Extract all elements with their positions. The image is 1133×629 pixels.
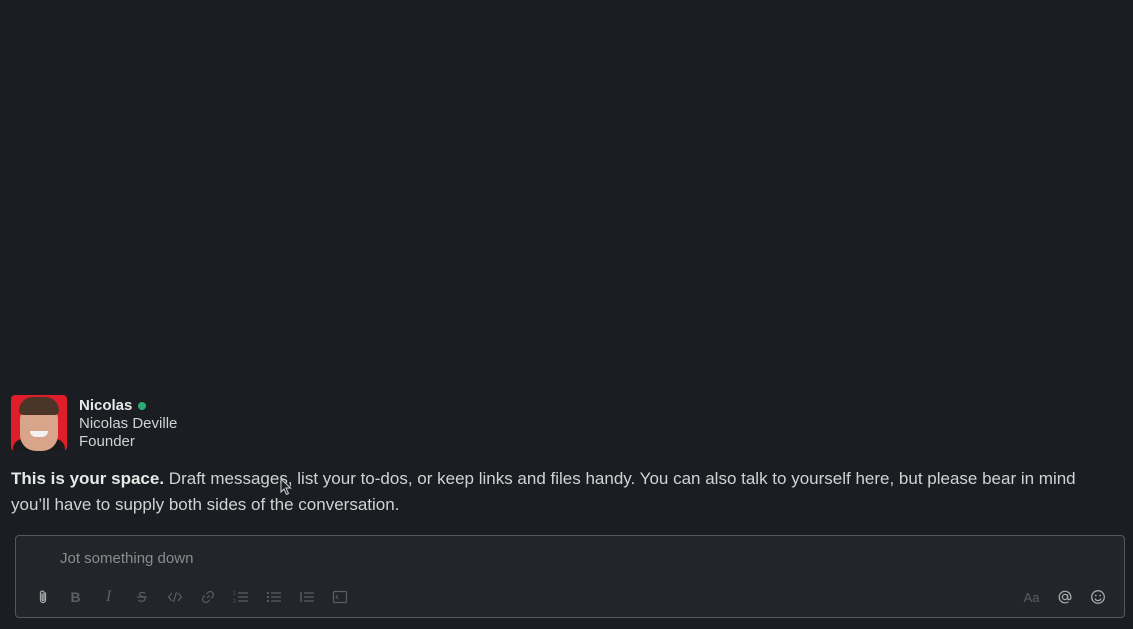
profile-header: Nicolas Nicolas Deville Founder: [11, 395, 177, 451]
format-text-icon[interactable]: Aa: [1015, 585, 1048, 609]
mention-icon[interactable]: [1048, 585, 1081, 609]
job-title: Founder: [79, 433, 135, 450]
strikethrough-icon[interactable]: [125, 585, 158, 609]
code-icon[interactable]: [158, 585, 191, 609]
bold-icon[interactable]: B: [59, 585, 92, 609]
svg-text:1: 1: [233, 591, 236, 597]
link-icon[interactable]: [191, 585, 224, 609]
message-input[interactable]: [58, 546, 1062, 570]
composer-toolbar: B I 12 Aa: [26, 585, 1114, 609]
bulleted-list-icon[interactable]: [257, 585, 290, 609]
code-block-icon[interactable]: [323, 585, 356, 609]
ordered-list-icon[interactable]: 12: [224, 585, 257, 609]
message-composer: B I 12 Aa: [15, 535, 1125, 618]
attach-icon[interactable]: [26, 585, 59, 609]
emoji-icon[interactable]: [1081, 585, 1114, 609]
presence-active-icon: [138, 402, 147, 410]
intro-lead: This is your space.: [11, 469, 165, 488]
display-name[interactable]: Nicolas: [79, 397, 132, 415]
message-pane: Nicolas Nicolas Deville Founder This is …: [0, 0, 1133, 629]
intro-body: Draft messages, list your to-dos, or kee…: [11, 469, 1076, 514]
svg-text:2: 2: [233, 599, 236, 604]
profile-names: Nicolas Nicolas Deville Founder: [79, 397, 177, 451]
self-dm-intro: This is your space. Draft messages, list…: [11, 466, 1111, 518]
italic-icon[interactable]: I: [92, 585, 125, 609]
mouse-pointer-icon: [280, 478, 292, 496]
full-name: Nicolas Deville: [79, 415, 178, 432]
blockquote-icon[interactable]: [290, 585, 323, 609]
avatar[interactable]: [11, 395, 67, 451]
